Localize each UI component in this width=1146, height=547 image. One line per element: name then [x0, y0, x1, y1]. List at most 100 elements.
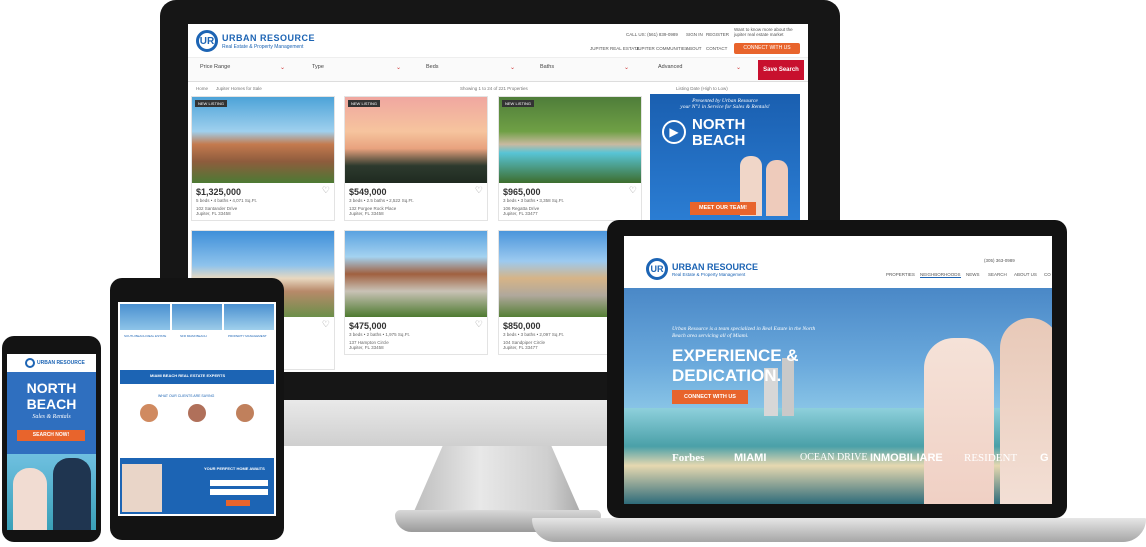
avatar: [188, 404, 206, 422]
new-listing-badge: NEW LISTING: [348, 100, 381, 107]
connect-button[interactable]: CONNECT WITH US: [734, 43, 800, 54]
logo-icon[interactable]: [25, 358, 35, 368]
price-range-select[interactable]: Price Range: [200, 64, 230, 70]
listing-city: Jupiter, FL 33458: [349, 211, 384, 216]
heart-icon[interactable]: ♡: [322, 319, 330, 330]
headline-2: DEDICATION.: [672, 366, 782, 385]
tile-image[interactable]: [120, 304, 170, 330]
agent-photo: [13, 468, 47, 530]
nav-about-us[interactable]: ABOUT US: [1014, 272, 1037, 277]
chevron-down-icon: ⌄: [736, 65, 742, 71]
nav-properties[interactable]: PROPERTIES: [886, 272, 915, 277]
type-select[interactable]: Type: [312, 64, 324, 70]
heart-icon[interactable]: ♡: [475, 319, 483, 330]
new-listing-badge: NEW LISTING: [502, 100, 535, 107]
nav-jupiter-communities[interactable]: JUPITER COMMUNITIES: [636, 46, 688, 51]
tile-image[interactable]: [224, 304, 274, 330]
brand-tagline: Real Estate & Property Management: [672, 272, 746, 277]
tile-label: PROPERTY MANAGEMENT: [228, 334, 267, 338]
breadcrumb-home[interactable]: Home: [196, 86, 208, 91]
listing-card[interactable]: NEW LISTING ♡ $1,325,000 5 beds • 4 bath…: [191, 96, 335, 221]
listing-photo[interactable]: NEW LISTING: [192, 97, 334, 183]
press-logo-partial: G: [1040, 452, 1049, 464]
tile-label: SOUTH BEACH REAL ESTATE: [124, 334, 167, 338]
connect-button[interactable]: CONNECT WITH US: [672, 390, 748, 404]
agent-photo: [53, 458, 91, 530]
beds-select[interactable]: Beds: [426, 64, 439, 70]
bottom-title: YOUR PERFECT HOME AWAITS: [204, 466, 265, 471]
new-listing-badge: NEW LISTING: [195, 100, 228, 107]
promo-text: Want to know more about the jupiter real…: [734, 27, 793, 37]
agent-photo: [1000, 318, 1052, 504]
search-filters: Price Range ⌄ Type ⌄ Beds ⌄ Baths ⌄ Adva…: [188, 58, 808, 82]
listing-photo[interactable]: NEW LISTING: [345, 97, 487, 183]
listing-city: Jupiter, FL 33458: [196, 211, 231, 216]
press-logo-inmobiliare: INMOBILIARE: [870, 452, 943, 464]
brand-name: URBAN RESOURCE: [222, 33, 316, 43]
ad-line-2: your N°1 in Service for Sales & Rentals!: [680, 104, 770, 110]
listing-card[interactable]: ♡ $475,000 3 beds • 2 baths • 1,975 Sq.F…: [344, 230, 488, 355]
save-search-button[interactable]: Save Search: [758, 60, 804, 80]
ad-title-1: NORTH: [692, 116, 746, 133]
phone-header: URBAN RESOURCE: [7, 354, 96, 372]
nav-contact[interactable]: CONTACT: [706, 46, 727, 51]
hero-section: Urban Resource is a team specialized in …: [624, 288, 1052, 504]
listing-details: 3 beds • 2 baths • 1,975 Sq.Ft.: [349, 332, 410, 337]
register-link[interactable]: REGISTER: [706, 32, 729, 37]
headline-1: EXPERIENCE &: [672, 346, 799, 365]
tile-image[interactable]: [172, 304, 222, 330]
listing-card[interactable]: NEW LISTING ♡ $549,000 3 beds • 2.5 bath…: [344, 96, 488, 221]
breadcrumb-current: Jupiter Homes for Sale: [216, 86, 262, 91]
cta-section: YOUR PERFECT HOME AWAITS: [120, 458, 274, 514]
phone-number[interactable]: CALL US: (561) 839-0989: [626, 32, 678, 37]
phone-number[interactable]: (305) 363-0989: [984, 258, 1015, 263]
nav-search[interactable]: SEARCH: [988, 272, 1007, 277]
heart-icon[interactable]: ♡: [629, 185, 637, 196]
experts-banner: MIAMI BEACH REAL ESTATE EXPERTS: [120, 370, 274, 384]
monitor-stand: [412, 446, 582, 516]
listing-card[interactable]: NEW LISTING ♡ $965,000 3 beds • 3 baths …: [498, 96, 642, 221]
tile-label: SFR MIAMI BEACH: [180, 334, 207, 338]
name-input[interactable]: [210, 480, 268, 486]
heart-icon[interactable]: ♡: [475, 185, 483, 196]
listing-city: Jupiter, FL 33458: [349, 345, 384, 350]
phone-title-2: BEACH: [26, 396, 77, 412]
brand-tagline: Real Estate & Property Management: [222, 44, 304, 50]
listing-photo[interactable]: NEW LISTING: [499, 97, 641, 183]
heart-icon[interactable]: ♡: [322, 185, 330, 196]
phone-subtitle: Sales & Rentals: [32, 414, 71, 420]
nav-neighborhoods[interactable]: NEIGHBORHOODS: [920, 272, 961, 278]
logo-icon[interactable]: UR: [196, 30, 218, 52]
sort-select[interactable]: Listing Date (High to Low): [676, 86, 728, 91]
north-beach-ad[interactable]: Presented by Urban Resource your N°1 in …: [650, 94, 800, 220]
play-icon[interactable]: ▶: [662, 120, 686, 144]
nav-news[interactable]: NEWS: [966, 272, 980, 277]
search-now-button[interactable]: SEARCH NOW!: [17, 430, 85, 441]
baths-select[interactable]: Baths: [540, 64, 554, 70]
chevron-down-icon: ⌄: [396, 65, 402, 71]
avatar: [236, 404, 254, 422]
logo-icon[interactable]: UR: [646, 258, 668, 280]
press-logo-forbes: Forbes: [672, 452, 705, 464]
nav-jupiter-real-estate[interactable]: JUPITER REAL ESTATE: [590, 46, 640, 51]
listing-price: $1,325,000: [196, 187, 242, 197]
advanced-select[interactable]: Advanced: [658, 64, 682, 70]
listing-price: $549,000: [349, 187, 387, 197]
agent-photo: [122, 464, 162, 512]
tablet-screen: SOUTH BEACH REAL ESTATE SFR MIAMI BEACH …: [118, 302, 276, 516]
nav-contact[interactable]: CO: [1044, 272, 1051, 277]
brand-name: URBAN RESOURCE: [672, 262, 759, 272]
email-input[interactable]: [210, 489, 268, 495]
submit-button[interactable]: [226, 500, 250, 506]
listing-photo[interactable]: [345, 231, 487, 317]
ad-title-2: BEACH: [692, 132, 746, 149]
laptop-screen: UR URBAN RESOURCE Real Estate & Property…: [624, 236, 1052, 504]
listing-city: Jupiter, FL 33477: [503, 211, 538, 216]
testimonials-title: WHAT OUR CLIENTS ARE SAYING: [158, 394, 215, 398]
site-header: UR URBAN RESOURCE Real Estate & Property…: [188, 24, 808, 58]
meet-team-button[interactable]: MEET OUR TEAM!: [690, 202, 756, 215]
phone-screen: URBAN RESOURCE NORTH BEACH Sales & Renta…: [7, 354, 96, 530]
phone-title-1: NORTH: [26, 380, 77, 396]
nav-about[interactable]: ABOUT: [686, 46, 702, 51]
signin-link[interactable]: SIGN IN: [686, 32, 703, 37]
